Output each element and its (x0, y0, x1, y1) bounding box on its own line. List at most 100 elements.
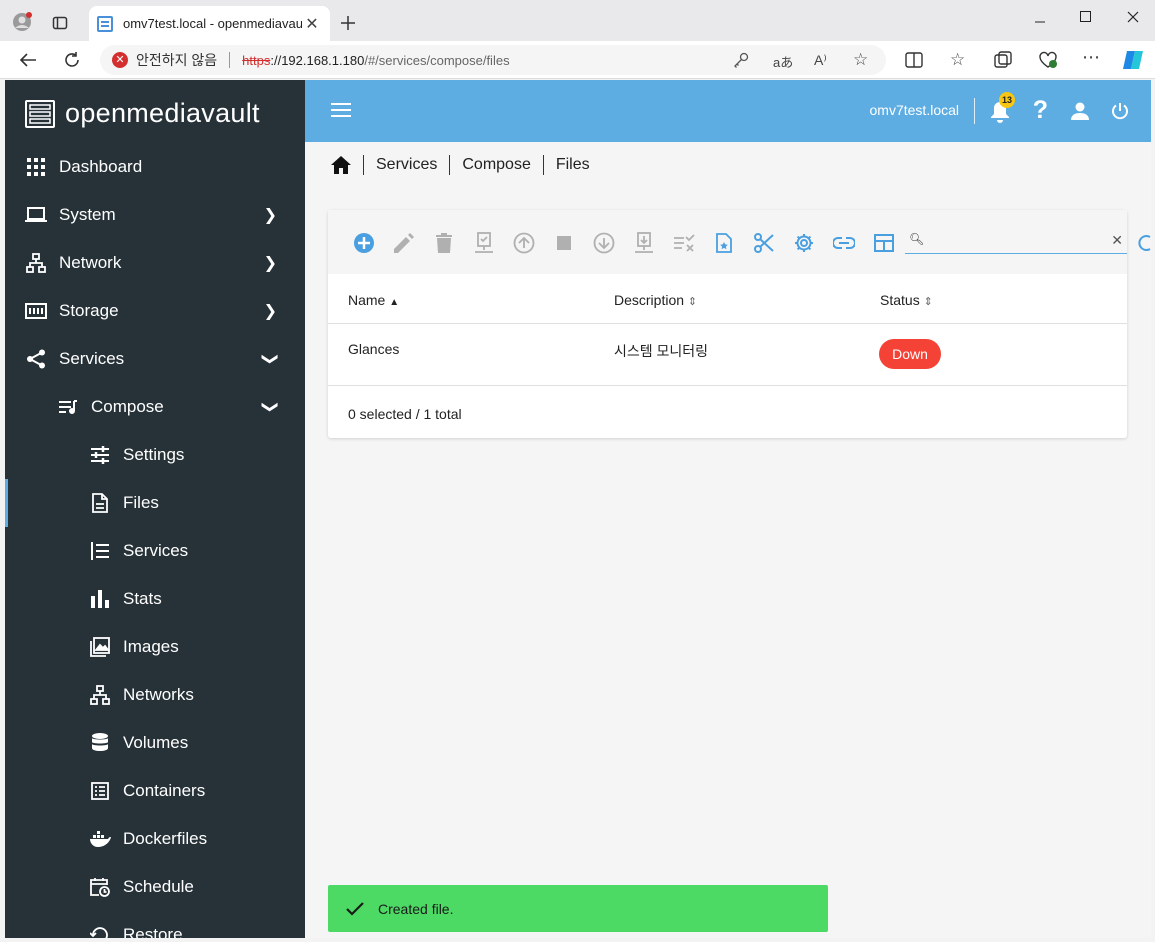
pull-icon[interactable] (633, 232, 655, 254)
stop-icon[interactable] (553, 232, 575, 254)
sidebar-item-label: Networks (123, 685, 194, 704)
add-icon[interactable] (353, 232, 375, 254)
sidebar: openmediavault Dashboard System ❯ Networ… (5, 80, 305, 938)
sidebar-item-network[interactable]: Network ❯ (5, 239, 305, 287)
sort-asc-icon: ▲ (389, 297, 400, 308)
hamburger-menu-icon[interactable] (331, 103, 351, 117)
breadcrumb-services[interactable]: Services (376, 156, 437, 174)
sidebar-item-networks[interactable]: Networks (5, 671, 305, 719)
browser-essentials-icon[interactable] (1038, 51, 1058, 69)
column-header-status[interactable]: Status ⇕ (880, 292, 933, 308)
sidebar-item-label: Schedule (123, 877, 194, 896)
check-file-icon[interactable] (473, 232, 495, 254)
file-icon (89, 492, 111, 514)
clear-search-icon[interactable]: ✕ (1111, 232, 1123, 249)
table-header: Name ▲ Description ⇕ Status ⇕ (328, 274, 1127, 324)
security-label[interactable]: 안전하지 않음 (136, 50, 217, 70)
link-icon[interactable] (833, 232, 855, 254)
url-field[interactable]: ✕ 안전하지 않음 https ://192.168.1.180 /#/serv… (100, 45, 886, 75)
refresh-icon[interactable] (63, 51, 81, 69)
breadcrumb: Services Compose Files (331, 154, 590, 176)
up-icon[interactable] (513, 232, 535, 254)
key-icon[interactable] (733, 52, 749, 68)
sidebar-item-label: Containers (123, 781, 206, 800)
sidebar-item-dockerfiles[interactable]: Dockerfiles (5, 815, 305, 863)
read-aloud-icon[interactable]: A⁾ (814, 52, 827, 69)
tab-actions-icon[interactable] (52, 15, 68, 31)
url-scheme: https (242, 52, 271, 68)
sidebar-item-compose-services[interactable]: Services (5, 527, 305, 575)
sidebar-item-schedule[interactable]: Schedule (5, 863, 305, 911)
user-icon[interactable] (1071, 102, 1089, 120)
tune-icon (89, 444, 111, 466)
breadcrumb-separator (449, 155, 451, 175)
new-tab-icon[interactable] (340, 15, 356, 31)
check-list-icon[interactable] (673, 232, 695, 254)
sidebar-item-dashboard[interactable]: Dashboard (5, 143, 305, 191)
sidebar-item-stats[interactable]: Stats (5, 575, 305, 623)
copilot-icon[interactable] (1121, 49, 1145, 71)
maximize-icon[interactable] (1080, 11, 1091, 22)
close-window-icon[interactable] (1127, 11, 1139, 23)
sidebar-item-services[interactable]: Services ❯ (5, 335, 305, 383)
tab-title: omv7test.local - openmediavault (123, 16, 302, 31)
home-icon[interactable] (331, 156, 351, 174)
split-screen-icon[interactable] (905, 52, 923, 68)
database-icon (89, 732, 111, 754)
sidebar-item-volumes[interactable]: Volumes (5, 719, 305, 767)
sidebar-item-label: Settings (123, 445, 185, 464)
delete-icon[interactable] (433, 232, 455, 254)
images-icon (89, 636, 111, 658)
docker-icon (89, 828, 111, 850)
sort-icon: ⇕ (923, 296, 933, 308)
omv-logo-icon (25, 99, 55, 128)
chevron-down-icon: ❯ (261, 400, 279, 414)
more-icon[interactable]: ⋯ (1082, 47, 1100, 68)
sidebar-item-label: Volumes (123, 733, 189, 752)
close-tab-icon[interactable]: ✕ (302, 14, 322, 34)
column-header-name[interactable]: Name ▲ (348, 292, 399, 308)
not-secure-icon: ✕ (112, 52, 128, 68)
browser-tab[interactable]: omv7test.local - openmediavault ✕ (89, 6, 330, 41)
sidebar-item-restore[interactable]: Restore (5, 911, 305, 938)
topbar-divider (974, 98, 975, 124)
notification-badge: 13 (999, 92, 1015, 108)
scissors-icon[interactable] (753, 232, 775, 254)
sidebar-item-compose[interactable]: Compose ❯ (5, 383, 305, 431)
reload-table-icon[interactable] (1136, 235, 1151, 251)
sidebar-item-settings[interactable]: Settings (5, 431, 305, 479)
minimize-icon[interactable] (1034, 16, 1046, 28)
url-path: /#/services/compose/files (364, 52, 510, 68)
sidebar-item-storage[interactable]: Storage ❯ (5, 287, 305, 335)
table-row[interactable]: Glances 시스템 모니터링 Down (328, 324, 1127, 386)
restore-icon (89, 924, 111, 938)
gear-icon[interactable] (793, 232, 815, 254)
file-star-icon[interactable] (713, 232, 735, 254)
help-icon[interactable]: ? (1033, 96, 1048, 125)
sidebar-item-containers[interactable]: Containers (5, 767, 305, 815)
sidebar-item-label: Files (123, 493, 159, 512)
table-columns-icon[interactable] (873, 232, 895, 254)
down-icon[interactable] (593, 232, 615, 254)
breadcrumb-compose[interactable]: Compose (462, 156, 530, 174)
power-icon[interactable] (1111, 102, 1129, 120)
omv-favicon-icon (97, 15, 113, 32)
sidebar-item-system[interactable]: System ❯ (5, 191, 305, 239)
sort-icon: ⇕ (687, 296, 698, 308)
favorite-star-icon[interactable]: ☆ (853, 50, 868, 70)
breadcrumb-separator (542, 155, 544, 175)
translate-icon[interactable]: aあ (773, 52, 793, 71)
profile-icon[interactable] (12, 11, 34, 33)
sidebar-item-files[interactable]: Files (5, 479, 305, 527)
column-header-description[interactable]: Description ⇕ (614, 292, 697, 308)
sidebar-item-label: Network (59, 253, 122, 272)
breadcrumb-separator (363, 155, 364, 175)
sidebar-item-images[interactable]: Images (5, 623, 305, 671)
favorites-icon[interactable]: ☆ (950, 50, 965, 70)
tab-strip: omv7test.local - openmediavault ✕ (0, 0, 1155, 41)
edit-icon[interactable] (393, 232, 415, 254)
collections-icon[interactable] (994, 51, 1012, 69)
back-icon[interactable] (19, 52, 37, 68)
search-input[interactable]: 🔍︎ ✕ (905, 230, 1127, 254)
logo[interactable]: openmediavault (25, 98, 260, 129)
